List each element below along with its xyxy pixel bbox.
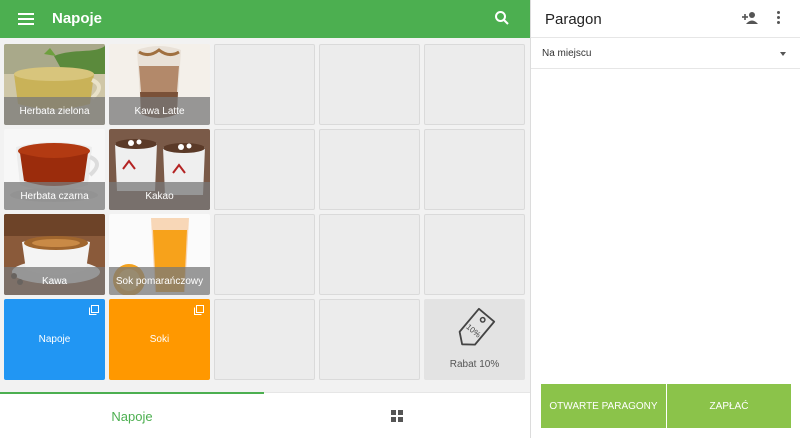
category-title: Napoje [52,10,103,27]
copy-icon [89,305,99,315]
tag-text: 10% [464,322,482,339]
product-label: Herbata czarna [4,182,105,210]
category-label: Soki [149,334,170,345]
empty-slot[interactable] [319,129,420,210]
product-label: Kawa Latte [109,97,210,125]
product-tile-kawa[interactable]: Kawa [4,214,105,295]
product-label: Herbata zielona [4,97,105,125]
order-type-select[interactable]: Na miejscu [531,39,800,69]
more-vert-icon[interactable] [777,11,781,27]
open-receipts-button[interactable]: OTWARTE PARAGONY [541,384,666,428]
tab-grid[interactable] [264,393,530,438]
product-tile-sok-pomaranczowy[interactable]: Sok pomarańczowy [109,214,210,295]
dropdown-arrow-icon [780,52,786,56]
bottom-navigation: Napoje [0,392,530,438]
empty-slot[interactable] [319,44,420,125]
product-pane: Napoje Herbata zielona Kawa Latte Herbat… [0,0,530,438]
pay-button[interactable]: ZAPŁAĆ [667,384,791,428]
product-label: Kakao [109,182,210,210]
empty-slot[interactable] [214,299,315,380]
empty-slot[interactable] [424,214,525,295]
tab-napoje[interactable]: Napoje [0,393,264,438]
empty-slot[interactable] [214,44,315,125]
menu-icon[interactable] [16,10,36,28]
discount-tile[interactable]: 10% Rabat 10% [424,299,525,380]
empty-slot[interactable] [424,44,525,125]
product-label: Kawa [4,267,105,295]
empty-slot[interactable] [319,214,420,295]
discount-label: Rabat 10% [449,359,500,370]
receipt-pane: Paragon Na miejscu OTWARTE PARAGONY ZAPŁ… [530,0,800,438]
product-tile-herbata-czarna[interactable]: Herbata czarna [4,129,105,210]
order-type-value: Na miejscu [542,48,592,59]
receipt-title: Paragon [545,11,602,28]
grid-icon [391,410,403,422]
product-grid: Herbata zielona Kawa Latte Herbata czarn… [3,43,527,381]
product-label: Sok pomarańczowy [109,267,210,295]
category-tile-napoje[interactable]: Napoje [4,299,105,380]
empty-slot[interactable] [319,299,420,380]
receipt-header: Paragon [531,0,800,38]
empty-slot[interactable] [214,214,315,295]
product-tile-kawa-latte[interactable]: Kawa Latte [109,44,210,125]
search-icon[interactable] [494,10,514,30]
product-tile-herbata-zielona[interactable]: Herbata zielona [4,44,105,125]
category-tile-soki[interactable]: Soki [109,299,210,380]
top-app-bar: Napoje [0,0,530,38]
price-tag-icon: 10% [458,307,496,346]
product-tile-kakao[interactable]: Kakao [109,129,210,210]
person-add-icon[interactable] [741,11,759,30]
category-label: Napoje [38,334,71,345]
copy-icon [194,305,204,315]
empty-slot[interactable] [214,129,315,210]
empty-slot[interactable] [424,129,525,210]
